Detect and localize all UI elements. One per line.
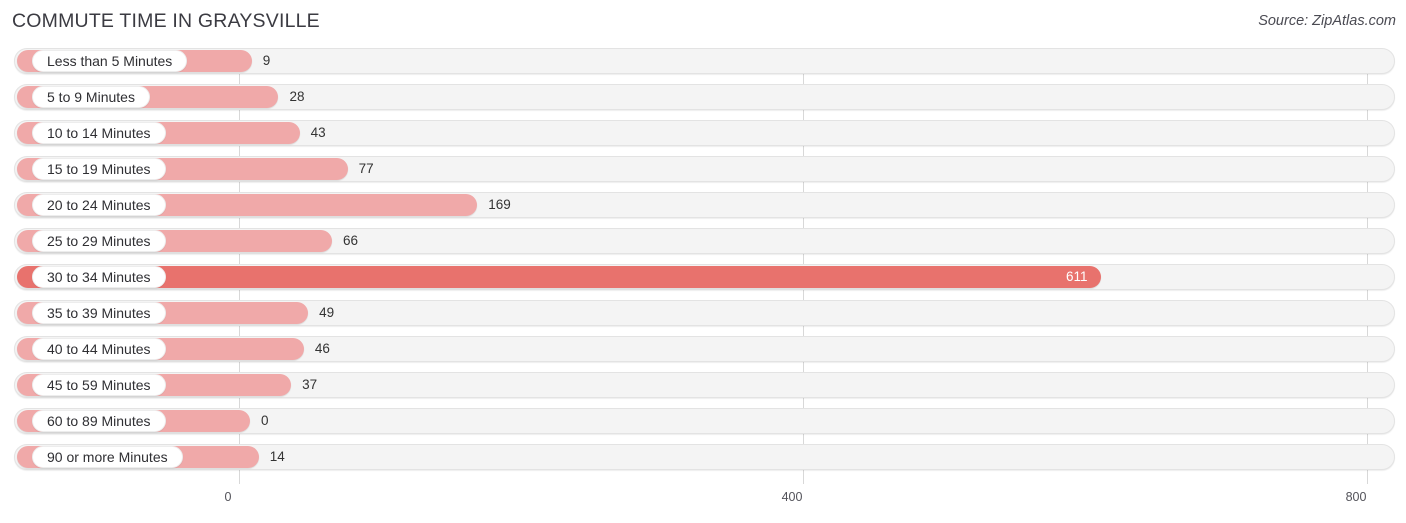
x-axis: 0 400 800 xyxy=(0,486,1406,523)
bar-row[interactable]: 49 35 to 39 Minutes xyxy=(0,298,1406,328)
chart-header: COMMUTE TIME IN GRAYSVILLE Source: ZipAt… xyxy=(0,0,1406,46)
bar-category-label: 10 to 14 Minutes xyxy=(32,122,166,144)
bar-row[interactable]: 169 20 to 24 Minutes xyxy=(0,190,1406,220)
bar-value-label: 49 xyxy=(319,305,335,320)
bar-row[interactable]: 37 45 to 59 Minutes xyxy=(0,370,1406,400)
bar-category-label: 40 to 44 Minutes xyxy=(32,338,166,360)
bar-row[interactable]: 46 40 to 44 Minutes xyxy=(0,334,1406,364)
bar-category-label: 15 to 19 Minutes xyxy=(32,158,166,180)
bar-row[interactable]: 611 30 to 34 Minutes xyxy=(0,262,1406,292)
bar-category-label: 35 to 39 Minutes xyxy=(32,302,166,324)
bar-category-label: 25 to 29 Minutes xyxy=(32,230,166,252)
bar-value-label: 611 xyxy=(1065,269,1088,284)
bar-rows: 9 Less than 5 Minutes 28 5 to 9 Minutes 43 10… xyxy=(0,46,1406,478)
bar[interactable]: 611 xyxy=(17,266,1101,288)
bar-row[interactable]: 9 Less than 5 Minutes xyxy=(0,46,1406,76)
bar-value-label: 169 xyxy=(488,197,511,212)
page-title: COMMUTE TIME IN GRAYSVILLE xyxy=(12,10,320,32)
bar-value-label: 43 xyxy=(310,125,326,140)
bar-value-label: 0 xyxy=(261,413,269,428)
source-attribution: Source: ZipAtlas.com xyxy=(1258,13,1396,29)
bar-row[interactable]: 66 25 to 29 Minutes xyxy=(0,226,1406,256)
bar-category-label: 45 to 59 Minutes xyxy=(32,374,166,396)
bar-category-label: 20 to 24 Minutes xyxy=(32,194,166,216)
bar-row[interactable]: 28 5 to 9 Minutes xyxy=(0,82,1406,112)
bar-value-label: 9 xyxy=(262,53,271,68)
bar-value-label: 66 xyxy=(343,233,359,248)
bar-row[interactable]: 43 10 to 14 Minutes xyxy=(0,118,1406,148)
bar-category-label: 90 or more Minutes xyxy=(32,446,183,468)
bar-category-label: 60 to 89 Minutes xyxy=(32,410,166,432)
chart-plot-area: 9 Less than 5 Minutes 28 5 to 9 Minutes 43 10… xyxy=(0,46,1406,486)
x-axis-tick-label: 0 xyxy=(224,490,232,504)
bar-value-label: 28 xyxy=(289,89,305,104)
bar-value-label: 14 xyxy=(269,449,285,464)
bar-value-label: 46 xyxy=(314,341,330,356)
x-axis-tick-label: 400 xyxy=(781,490,803,504)
bar-category-label: Less than 5 Minutes xyxy=(32,50,188,72)
bar-row[interactable]: 0 60 to 89 Minutes xyxy=(0,406,1406,436)
bar-value-label: 77 xyxy=(358,161,374,176)
x-axis-tick-label: 800 xyxy=(1345,490,1367,504)
bar-category-label: 30 to 34 Minutes xyxy=(32,266,166,288)
bar-row[interactable]: 77 15 to 19 Minutes xyxy=(0,154,1406,184)
bar-row[interactable]: 14 90 or more Minutes xyxy=(0,442,1406,472)
bar-value-label: 37 xyxy=(302,377,318,392)
bar-category-label: 5 to 9 Minutes xyxy=(32,86,150,108)
